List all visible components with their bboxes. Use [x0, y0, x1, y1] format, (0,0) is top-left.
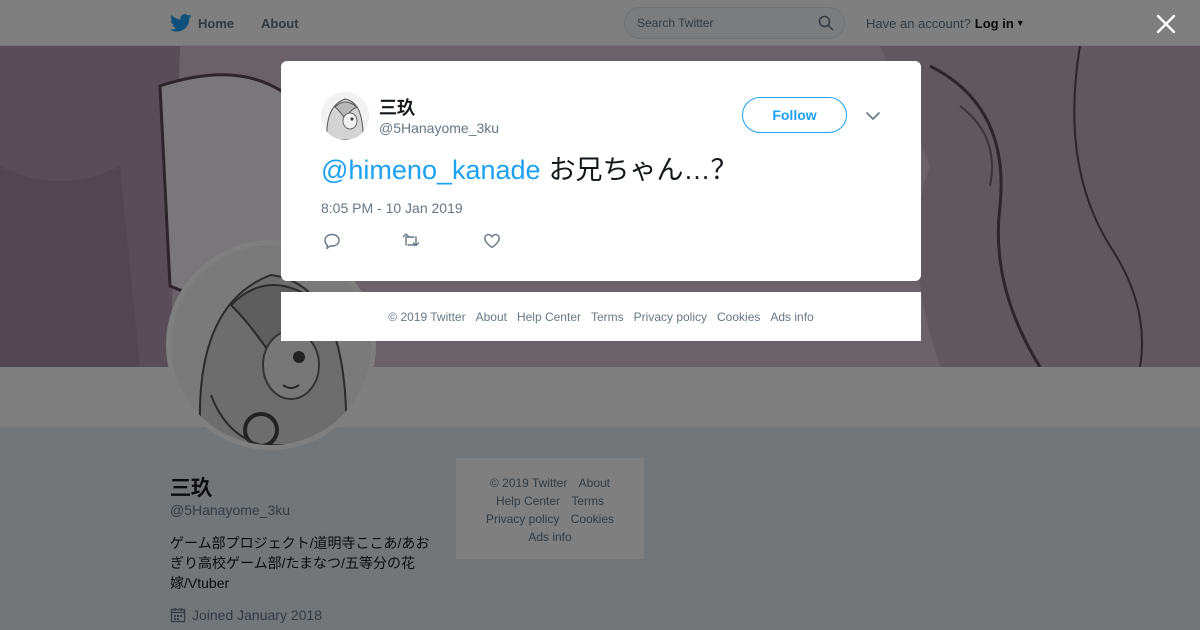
- like-icon[interactable]: [483, 232, 501, 250]
- footer-terms-link[interactable]: Terms: [591, 310, 624, 324]
- tweet-modal: 三玖 @5Hanayome_3ku Follow @himeno_kanade お…: [281, 61, 921, 281]
- tweet-text: @himeno_kanade お兄ちゃん…？: [321, 152, 738, 188]
- chevron-down-icon[interactable]: [865, 109, 881, 123]
- follow-button[interactable]: Follow: [742, 97, 847, 133]
- topbar-overlay: [0, 0, 1200, 46]
- tweet-timestamp[interactable]: 8:05 PM - 10 Jan 2019: [321, 200, 463, 216]
- footer-about-link[interactable]: About: [476, 310, 507, 324]
- footer-privacy-link[interactable]: Privacy policy: [634, 310, 707, 324]
- tweet-mention-link[interactable]: @himeno_kanade: [321, 155, 541, 185]
- reply-icon[interactable]: [323, 232, 341, 250]
- footer-copyright: © 2019 Twitter: [388, 309, 466, 324]
- footer-cookies-link[interactable]: Cookies: [717, 310, 760, 324]
- footer-ads-info-link[interactable]: Ads info: [770, 310, 813, 324]
- close-icon[interactable]: [1155, 13, 1177, 35]
- tweet-author-name[interactable]: 三玖: [379, 94, 415, 120]
- tweet-author-handle[interactable]: @5Hanayome_3ku: [379, 120, 499, 136]
- tweet-body: お兄ちゃん…？: [548, 155, 738, 185]
- modal-footer: © 2019 Twitter About Help Center Terms P…: [281, 292, 921, 341]
- retweet-icon[interactable]: [402, 232, 420, 250]
- tweet-author-avatar[interactable]: [321, 92, 369, 140]
- footer-help-center-link[interactable]: Help Center: [517, 310, 581, 324]
